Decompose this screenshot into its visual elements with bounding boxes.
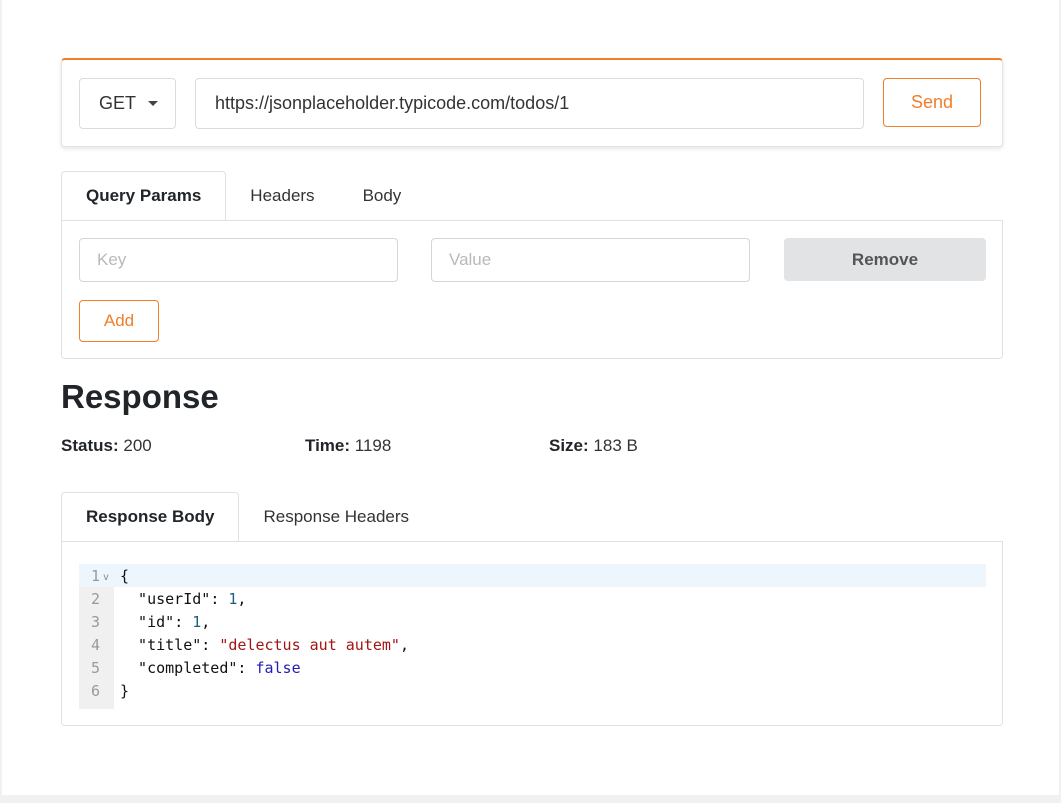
line-number: 2 — [90, 589, 100, 608]
status-label: Status: — [61, 436, 119, 455]
line-number: 5 — [90, 658, 100, 677]
add-button[interactable]: Add — [79, 300, 159, 342]
code-text: { — [120, 567, 129, 585]
code-token-str: "delectus aut autem" — [219, 635, 400, 654]
params-tabs: Query Params Headers Body — [61, 171, 425, 221]
page: GET Send Query Params Headers Body Remov… — [2, 0, 1059, 795]
code-token-plain: : — [210, 589, 229, 608]
size-value: 183 B — [593, 436, 638, 455]
line-number: 6 — [90, 681, 100, 700]
method-select[interactable]: GET — [79, 78, 176, 129]
code-token-key: "id" — [120, 612, 175, 631]
code-token-key: "completed" — [120, 658, 238, 677]
tab-response-headers[interactable]: Response Headers — [239, 492, 433, 542]
code-line: 6} — [79, 679, 986, 702]
query-params-panel: Remove Add — [61, 220, 1003, 359]
code-token-key: "userId" — [120, 589, 211, 608]
code-token-plain: : — [174, 612, 193, 631]
response-tabs: Response Body Response Headers — [61, 492, 433, 542]
code-token-plain: , — [399, 635, 409, 654]
fold-arrow-icon[interactable]: v — [103, 572, 109, 583]
line-number: 1 — [90, 566, 100, 585]
code-token-plain: { — [120, 566, 130, 585]
tab-response-body[interactable]: Response Body — [61, 492, 240, 542]
tab-query-params[interactable]: Query Params — [61, 171, 227, 221]
code-editor[interactable]: 1 v{2 "userId": 1, 3 "id": 1, 4 "title": "d… — [79, 564, 986, 709]
line-number: 4 — [90, 635, 100, 654]
send-button[interactable]: Send — [883, 78, 981, 127]
code-line: 5 "completed": false — [79, 656, 986, 679]
url-input[interactable] — [195, 78, 864, 129]
response-body-panel: 1 v{2 "userId": 1, 3 "id": 1, 4 "title": "d… — [61, 541, 1003, 726]
tab-body[interactable]: Body — [339, 171, 426, 221]
code-token-plain: } — [120, 681, 130, 700]
time-stat: Time: 1198 — [305, 436, 391, 456]
code-line: 1 v { — [79, 564, 986, 587]
remove-button[interactable]: Remove — [784, 238, 986, 281]
code-text: } — [120, 682, 129, 700]
line-number: 3 — [90, 612, 100, 631]
code-text: "id": 1, — [120, 613, 210, 631]
code-token-num: 1 — [192, 612, 202, 631]
response-heading: Response — [61, 378, 219, 415]
code-token-plain: , — [201, 612, 211, 631]
code-text: "completed": false — [120, 659, 301, 677]
status-value: 200 — [123, 436, 152, 455]
key-input[interactable] — [79, 238, 398, 282]
status-stat: Status: 200 — [61, 436, 152, 456]
time-label: Time: — [305, 436, 351, 455]
code-token-plain: : — [237, 658, 256, 677]
size-label: Size: — [549, 436, 589, 455]
code-token-plain: : — [201, 635, 220, 654]
code-text: "userId": 1, — [120, 590, 246, 608]
method-label: GET — [99, 93, 137, 113]
request-bar: GET Send — [61, 58, 1003, 147]
code-line: 4 "title": "delectus aut autem", — [79, 633, 986, 656]
code-token-bool: false — [255, 658, 301, 677]
code-token-key: "title" — [120, 635, 202, 654]
code-line: 2 "userId": 1, — [79, 587, 986, 610]
code-token-plain: , — [237, 589, 247, 608]
size-stat: Size: 183 B — [549, 436, 638, 456]
chevron-down-icon — [148, 101, 159, 106]
code-line: 3 "id": 1, — [79, 610, 986, 633]
code-text: "title": "delectus aut autem", — [120, 636, 409, 654]
time-value: 1198 — [354, 436, 392, 455]
tab-headers[interactable]: Headers — [226, 171, 338, 221]
value-input[interactable] — [431, 238, 750, 282]
